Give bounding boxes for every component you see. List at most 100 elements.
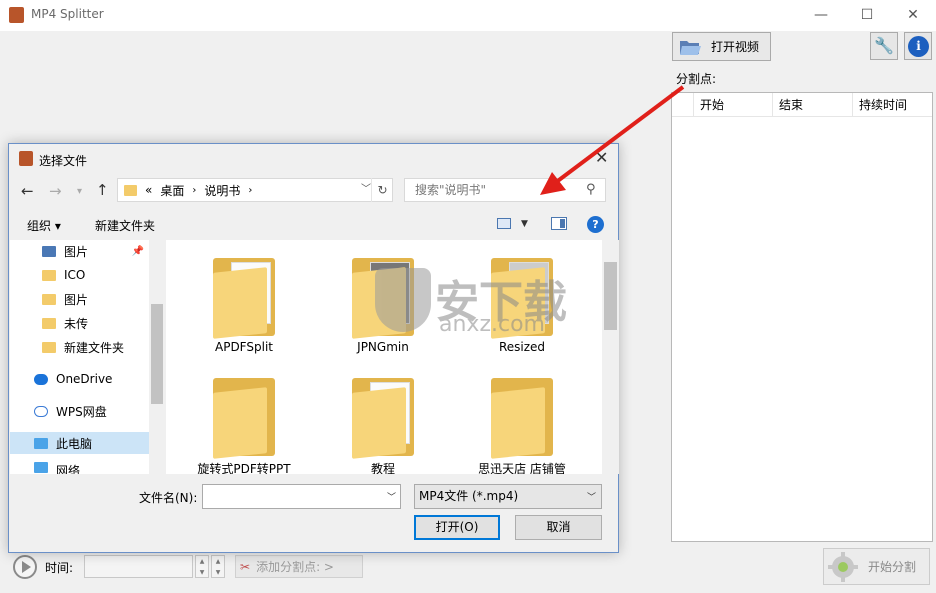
folder-icon	[42, 341, 56, 353]
open-video-label: 打开视频	[711, 40, 760, 54]
close-button[interactable]: ✕	[890, 0, 936, 31]
folder-icon	[42, 317, 56, 329]
split-table-header: 开始 结束 持续时间	[672, 93, 932, 117]
nav-item-label: OneDrive	[56, 372, 113, 386]
column-start[interactable]: 开始	[694, 93, 773, 116]
settings-button[interactable]: 🔧	[870, 32, 898, 60]
forward-arrow-icon[interactable]: →	[49, 182, 62, 200]
time-spinner-b[interactable]: ▲ ▼	[211, 555, 225, 578]
file-dialog[interactable]: 选择文件 ✕ ← → ▾ ↑ « 桌面 › 说明书 › ﹀ ↻ 搜索"说明书" …	[8, 143, 619, 553]
time-spinner-a[interactable]: ▲ ▼	[195, 555, 209, 578]
breadcrumb-manual[interactable]: 说明书	[204, 182, 240, 199]
nav-item-this-pc[interactable]: 此电脑	[10, 432, 150, 454]
open-video-button[interactable]: 打开视频	[672, 32, 771, 61]
nav-item-network[interactable]: 网络	[10, 462, 150, 474]
file-item[interactable]: 旋转式PDF转PPT	[194, 378, 294, 474]
start-split-label: 开始分割	[868, 560, 917, 574]
pin-icon[interactable]: 📌	[132, 246, 144, 257]
info-button[interactable]: i	[904, 32, 932, 60]
filename-dropdown-icon[interactable]: ﹀	[387, 490, 396, 503]
file-item-label: 教程	[370, 462, 395, 474]
cancel-button[interactable]: 取消	[515, 515, 602, 540]
filename-label: 文件名(N):	[139, 491, 198, 505]
breadcrumb-prefix: «	[145, 183, 153, 197]
nav-item-label: 未传	[64, 316, 89, 331]
new-folder-button[interactable]: 新建文件夹	[95, 217, 155, 234]
cloud-icon	[34, 405, 48, 417]
folder-icon	[42, 293, 56, 305]
view-dropdown-icon[interactable]: ▼	[521, 219, 528, 229]
gear-icon	[828, 551, 858, 582]
file-item-label: 旋转式PDF转PPT	[197, 462, 291, 474]
column-duration[interactable]: 持续时间	[853, 93, 932, 116]
folder-icon	[124, 184, 137, 196]
search-icon[interactable]: ⚲	[586, 182, 596, 197]
split-points-label: 分割点:	[676, 72, 717, 86]
minimize-button[interactable]: —	[798, 0, 844, 31]
help-icon[interactable]: ?	[587, 216, 604, 233]
shield-icon	[375, 268, 431, 332]
nav-item-wps-drive[interactable]: WPS网盘	[10, 400, 150, 422]
address-dropdown-icon[interactable]: ﹀	[361, 180, 371, 195]
breadcrumb-separator: ›	[248, 184, 253, 196]
address-bar[interactable]: « 桌面 › 说明书 ›	[117, 178, 393, 202]
nav-item-pictures-pinned[interactable]: 图片 📌	[10, 240, 150, 262]
nav-scrollbar-thumb[interactable]	[151, 304, 163, 404]
breadcrumb-separator: ›	[192, 184, 197, 196]
row-header-cell	[672, 93, 694, 116]
open-button[interactable]: 打开(O)	[414, 515, 500, 540]
nav-item-pictures[interactable]: 图片	[10, 288, 150, 310]
filename-input[interactable]	[202, 484, 401, 509]
navigation-pane[interactable]: 图片 📌 ICO 图片 未传 新建文件夹 OneDrive WPS网盘 此电脑 网…	[10, 240, 165, 474]
app-title: MP4 Splitter	[31, 7, 104, 21]
start-split-button[interactable]: 开始分割	[823, 548, 930, 585]
title-bar: MP4 Splitter — ☐ ✕	[0, 0, 936, 31]
file-item[interactable]: 思迅天店 店铺管	[472, 378, 572, 474]
folder-icon	[213, 378, 275, 459]
nav-item-label: 图片	[64, 292, 89, 307]
nav-item-new-folder[interactable]: 新建文件夹	[10, 336, 150, 358]
recent-dropdown-icon[interactable]: ▾	[77, 186, 82, 197]
computer-icon	[34, 437, 48, 449]
watermark: 安下载 anxz.com	[375, 268, 575, 338]
nav-item-onedrive[interactable]: OneDrive	[10, 368, 150, 390]
nav-item-unsent[interactable]: 未传	[10, 312, 150, 334]
refresh-icon[interactable]: ↻	[371, 178, 393, 202]
split-points-table[interactable]: 开始 结束 持续时间	[671, 92, 933, 542]
file-item-label: Resized	[498, 340, 546, 354]
file-list-scrollbar-thumb[interactable]	[604, 262, 617, 330]
nav-item-label: WPS网盘	[56, 404, 107, 419]
maximize-button[interactable]: ☐	[844, 0, 890, 31]
column-end[interactable]: 结束	[773, 93, 853, 116]
dialog-close-icon[interactable]: ✕	[595, 148, 608, 167]
filetype-dropdown-icon[interactable]: ﹀	[587, 490, 596, 503]
up-arrow-icon[interactable]: ↑	[96, 181, 109, 199]
dialog-app-icon	[19, 151, 33, 166]
info-icon: i	[908, 36, 929, 57]
file-item[interactable]: 教程	[333, 378, 433, 474]
app-icon	[9, 7, 24, 23]
filetype-select[interactable]: MP4文件 (*.mp4)	[414, 484, 602, 509]
breadcrumb-desktop[interactable]: 桌面	[160, 182, 184, 199]
pictures-icon	[42, 245, 56, 257]
network-icon	[34, 462, 48, 473]
search-input[interactable]: 搜索"说明书"	[404, 178, 606, 202]
wrench-icon: 🔧	[874, 36, 894, 55]
folder-icon	[352, 378, 414, 459]
file-item-label: APDFSplit	[215, 340, 273, 354]
folder-icon	[213, 258, 275, 339]
folder-icon	[491, 378, 553, 459]
nav-item-label: 图片	[64, 244, 89, 259]
view-mode-icon[interactable]	[497, 218, 511, 229]
organize-menu[interactable]: 组织 ▾	[27, 217, 61, 234]
back-arrow-icon[interactable]: ←	[21, 182, 34, 200]
time-input[interactable]	[84, 555, 193, 578]
nav-item-label: 新建文件夹	[64, 340, 125, 355]
nav-item-ico[interactable]: ICO	[10, 264, 150, 286]
nav-item-label: 此电脑	[56, 436, 93, 451]
file-item[interactable]: APDFSplit	[194, 258, 294, 354]
add-split-button[interactable]: ✂ 添加分割点: >	[235, 555, 363, 578]
play-button[interactable]	[13, 555, 37, 579]
preview-pane-icon[interactable]	[551, 217, 567, 230]
folder-open-icon	[680, 40, 701, 55]
